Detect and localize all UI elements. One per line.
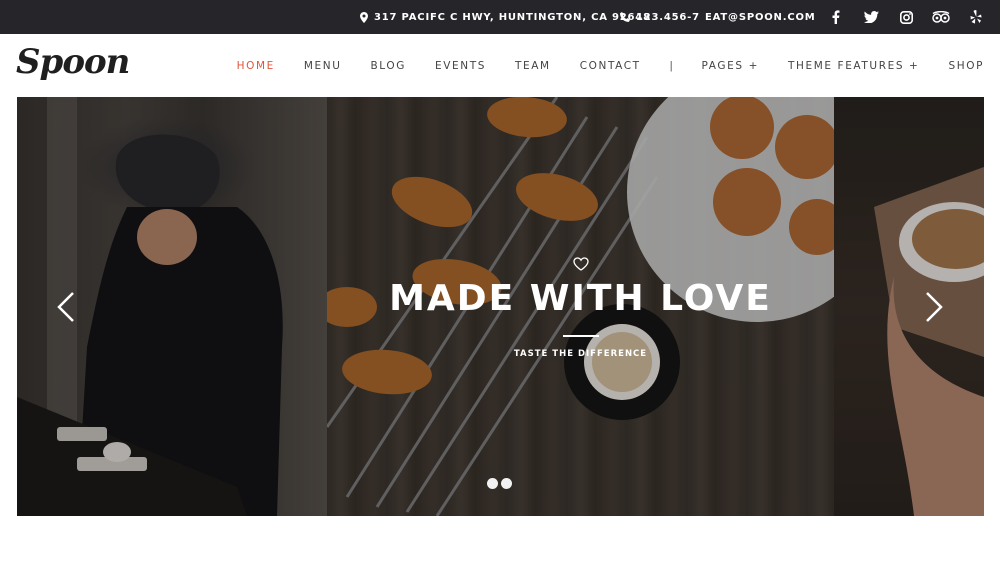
phone-text[interactable]: 123.456-7	[636, 12, 700, 23]
nav-pages[interactable]: PAGES +	[702, 60, 759, 72]
slide-heading: MADE WITH LOVE	[389, 278, 772, 319]
address-info: 317 PACIFC C HWY, HUNTINGTON, CA 92648	[360, 0, 651, 34]
nav-theme-features[interactable]: THEME FEATURES +	[788, 60, 919, 72]
tripadvisor-icon[interactable]	[931, 7, 951, 27]
address-text: 317 PACIFC C HWY, HUNTINGTON, CA 92648	[374, 11, 651, 23]
slider-pagination	[487, 478, 512, 489]
email-text[interactable]: EAT@SPOON.COM	[705, 12, 816, 23]
slider-prev-button[interactable]	[51, 287, 81, 327]
nav-shop[interactable]: SHOP	[948, 60, 984, 72]
facebook-icon[interactable]	[826, 7, 846, 27]
nav-blog[interactable]: BLOG	[371, 60, 406, 72]
instagram-icon[interactable]	[896, 7, 916, 27]
slider-dot-1[interactable]	[487, 478, 498, 489]
slider-dot-2[interactable]	[501, 478, 512, 489]
nav-home[interactable]: HOME	[237, 60, 275, 72]
hero-slider: MADE WITH LOVE TASTE THE DIFFERENCE	[17, 97, 984, 516]
site-header: Spoon HOME MENU BLOG EVENTS TEAM CONTACT…	[0, 34, 1000, 97]
nav-events[interactable]: EVENTS	[435, 60, 486, 72]
slide-subheading: TASTE THE DIFFERENCE	[513, 349, 648, 359]
nav-menu[interactable]: MENU	[304, 60, 342, 72]
twitter-icon[interactable]	[861, 7, 881, 27]
nav-team[interactable]: TEAM	[515, 60, 551, 72]
phone-info[interactable]: 123.456-7	[620, 0, 700, 34]
social-links	[826, 0, 986, 34]
nav-separator: |	[669, 59, 673, 72]
top-info-bar: 317 PACIFC C HWY, HUNTINGTON, CA 92648 1…	[0, 0, 1000, 34]
caption-divider	[562, 335, 599, 337]
chevron-left-icon	[57, 292, 74, 322]
map-pin-icon	[360, 11, 368, 23]
chevron-right-icon	[926, 292, 943, 322]
nav-contact[interactable]: CONTACT	[580, 60, 641, 72]
phone-icon	[620, 12, 630, 22]
yelp-icon[interactable]	[966, 7, 986, 27]
heart-icon	[572, 257, 589, 271]
logo[interactable]: Spoon	[16, 42, 130, 82]
slider-next-button[interactable]	[919, 287, 949, 327]
email-info[interactable]: EAT@SPOON.COM	[705, 0, 816, 34]
main-nav: HOME MENU BLOG EVENTS TEAM CONTACT | PAG…	[208, 34, 984, 97]
slide-caption: MADE WITH LOVE TASTE THE DIFFERENCE	[327, 257, 834, 359]
